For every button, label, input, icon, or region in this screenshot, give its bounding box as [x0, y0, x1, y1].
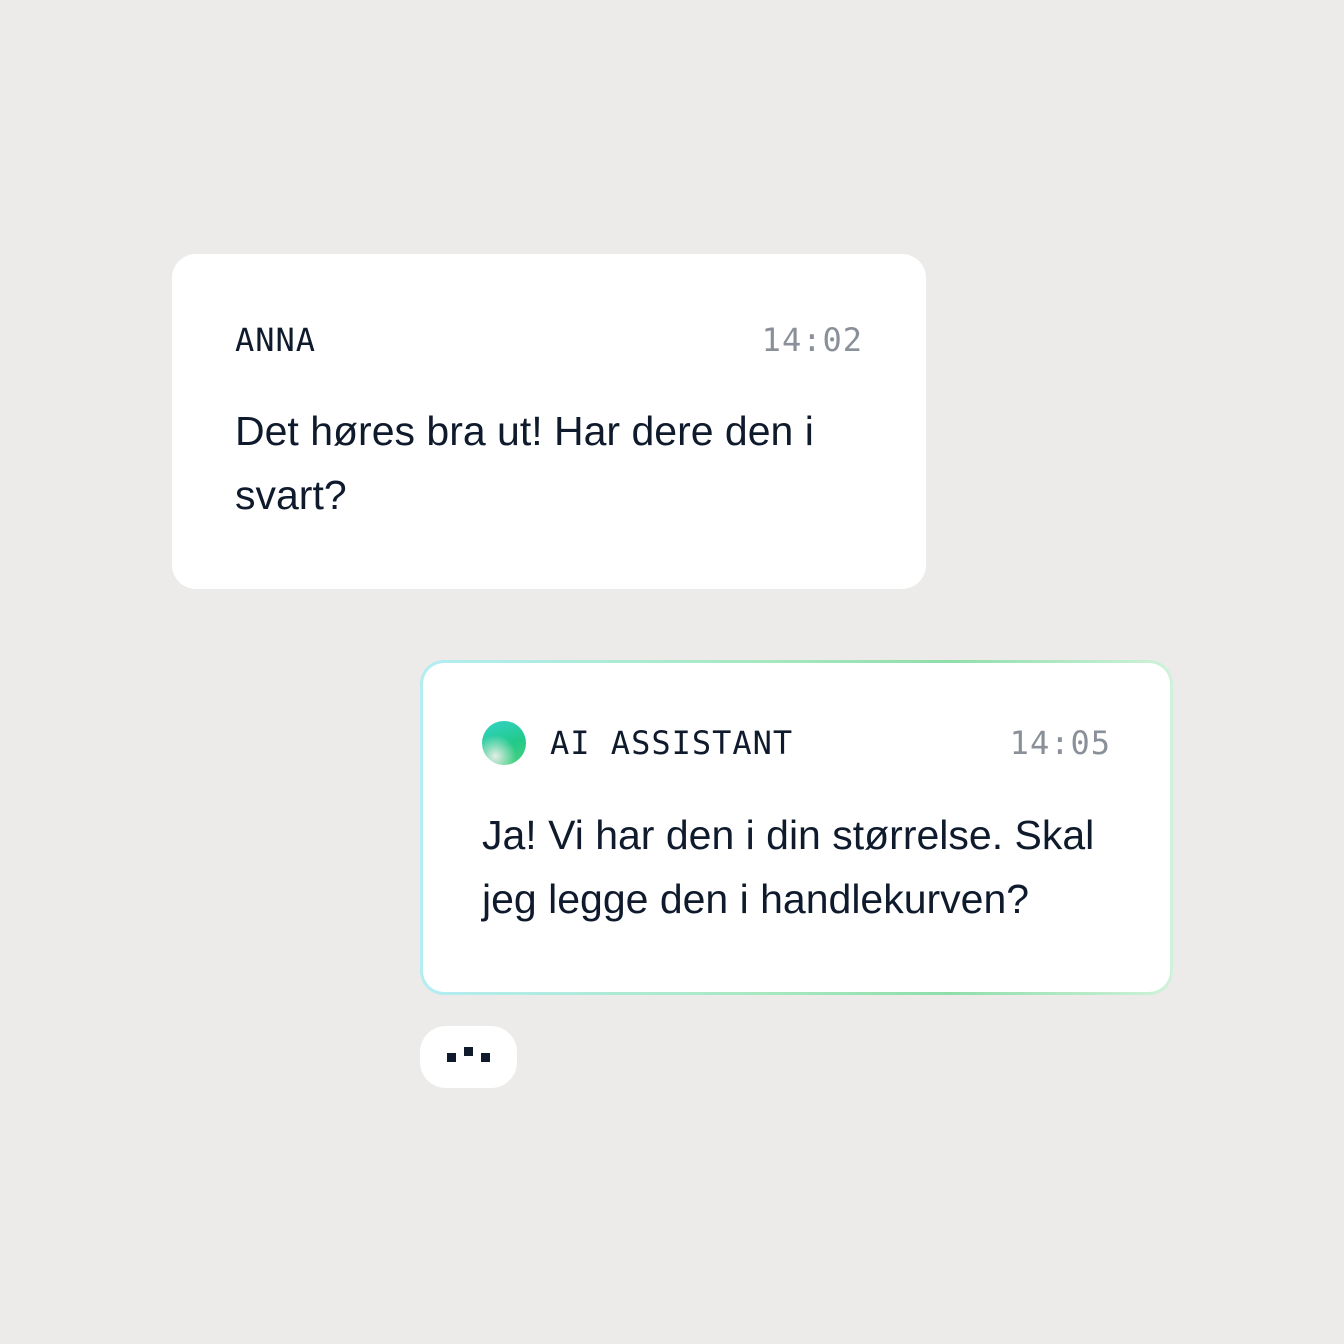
user-message-bubble: ANNA 14:02 Det høres bra ut! Har dere de… — [172, 254, 926, 589]
message-text: Ja! Vi har den i din størrelse. Skal jeg… — [482, 812, 1095, 922]
message-timestamp: 14:02 — [761, 321, 863, 359]
typing-dot-icon — [464, 1047, 473, 1056]
sender-name: AI ASSISTANT — [550, 724, 794, 762]
message-header: AI ASSISTANT 14:05 — [482, 721, 1111, 765]
typing-dot-icon — [481, 1053, 490, 1062]
message-timestamp: 14:05 — [1009, 724, 1111, 762]
ai-avatar-icon — [482, 721, 526, 765]
message-header: ANNA 14:02 — [235, 320, 863, 360]
message-text: Det høres bra ut! Har dere den i svart? — [235, 408, 814, 518]
assistant-message-bubble: AI ASSISTANT 14:05 Ja! Vi har den i din … — [420, 660, 1173, 995]
sender-name: ANNA — [235, 321, 317, 359]
typing-indicator — [420, 1026, 517, 1088]
sender: AI ASSISTANT — [482, 721, 793, 765]
typing-dot-icon — [447, 1053, 456, 1062]
